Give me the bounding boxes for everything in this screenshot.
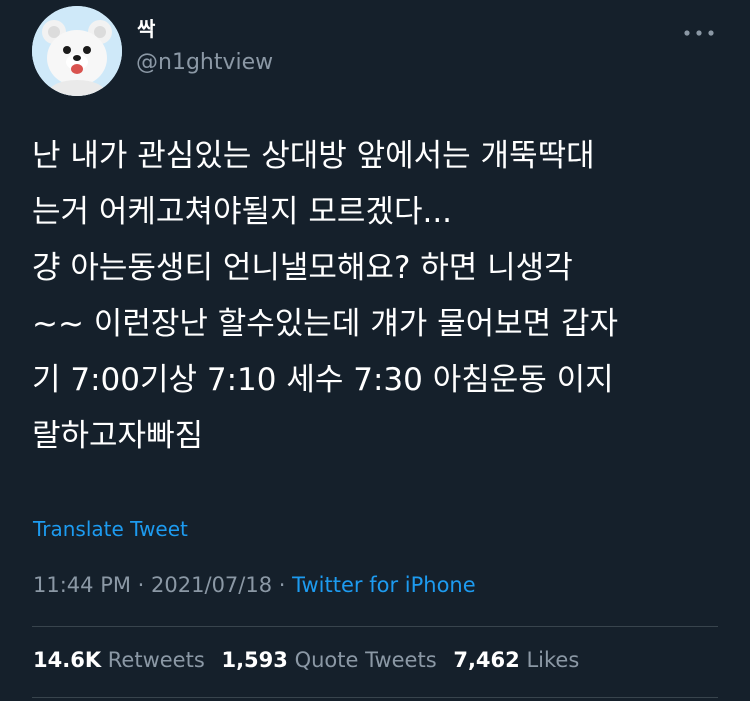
translate-tweet-link[interactable]: Translate Tweet xyxy=(33,517,188,541)
tweet-text-line: 걍 아는동생티 언니낼모해요? 하면 니생각 xyxy=(32,250,573,286)
retweets-label: Retweets xyxy=(107,648,205,672)
meta-separator: · xyxy=(137,573,145,597)
more-options-button[interactable] xyxy=(682,25,718,41)
tweet-date[interactable]: 2021/07/18 xyxy=(151,573,272,597)
retweets-count: 14.6K xyxy=(33,648,102,672)
tweet-text: 난 내가 관심있는 상대방 앞에서는 개뚝딱대 는거 어케고쳐야될지 모르겠다.… xyxy=(32,128,732,464)
retweets-stat[interactable]: 14.6K Retweets xyxy=(33,648,205,672)
divider xyxy=(32,697,718,698)
divider xyxy=(32,626,718,627)
quote-tweets-label: Quote Tweets xyxy=(294,648,437,672)
tweet-text-line: 랄하고자빠짐 xyxy=(32,418,204,454)
tweet-source-link[interactable]: Twitter for iPhone xyxy=(292,573,476,597)
avatar[interactable] xyxy=(32,6,122,96)
tweet-stats: 14.6K Retweets 1,593 Quote Tweets 7,462 … xyxy=(33,648,589,672)
tweet-text-line: 는거 어케고쳐야될지 모르겠다... xyxy=(32,194,453,230)
teddy-bear-avatar-image xyxy=(32,6,122,96)
tweet-text-line: 기 7:00기상 7:10 세수 7:30 아침운동 이지 xyxy=(32,362,614,398)
likes-label: Likes xyxy=(526,648,580,672)
tweet-time[interactable]: 11:44 PM xyxy=(33,573,131,597)
tweet-text-line: 난 내가 관심있는 상대방 앞에서는 개뚝딱대 xyxy=(32,138,595,174)
author-display-name[interactable]: 싹 xyxy=(137,13,155,42)
quote-tweets-count: 1,593 xyxy=(221,648,288,672)
author-handle[interactable]: @n1ghtview xyxy=(136,50,273,75)
more-horizontal-icon xyxy=(684,30,714,36)
tweet-text-line: ~~ 이런장난 할수있는데 걔가 물어보면 갑자 xyxy=(32,306,619,342)
tweet-detail: 싹 @n1ghtview 난 내가 관심있는 상대방 앞에서는 개뚝딱대 는거 … xyxy=(0,0,750,701)
tweet-metadata: 11:44 PM · 2021/07/18 · Twitter for iPho… xyxy=(33,573,476,597)
likes-stat[interactable]: 7,462 Likes xyxy=(453,648,579,672)
likes-count: 7,462 xyxy=(453,648,520,672)
quote-tweets-stat[interactable]: 1,593 Quote Tweets xyxy=(221,648,436,672)
meta-separator: · xyxy=(278,573,286,597)
